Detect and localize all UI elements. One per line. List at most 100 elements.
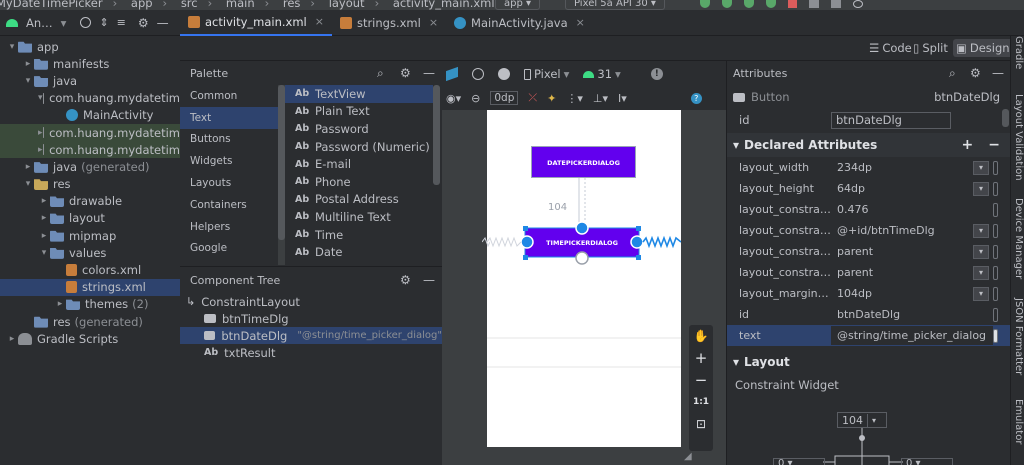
attribute-row[interactable]: layout_constraintSta…parent▾ — [727, 262, 1010, 283]
search-icon[interactable]: ⌕ — [377, 66, 384, 81]
align-icon[interactable]: ⊥▾ — [593, 92, 608, 105]
palette-category-helpers[interactable]: Helpers — [180, 216, 278, 238]
chevron-down-icon[interactable]: ▾ — [973, 244, 989, 259]
palette-item[interactable]: Ab Phone — [285, 173, 433, 191]
add-attribute-icon[interactable]: + — [962, 137, 974, 153]
theme-icon[interactable] — [498, 68, 510, 80]
resize-handle[interactable] — [523, 255, 528, 260]
profile-icon[interactable] — [766, 0, 776, 8]
resource-picker-icon[interactable] — [993, 265, 998, 280]
clear-constraints-icon[interactable]: ⤫ — [528, 91, 537, 105]
palette-item[interactable]: Ab Multiline Text — [285, 208, 433, 226]
gear-icon[interactable]: ⚙ — [970, 66, 981, 80]
resource-picker-icon[interactable] — [993, 160, 998, 175]
chevron-right-icon[interactable]: ▸ — [38, 196, 50, 206]
attribute-row[interactable]: text @string/time_picker_dialog — [727, 325, 1010, 346]
target-icon[interactable] — [80, 17, 92, 28]
split-mode-button[interactable]: ▯ Split — [910, 39, 951, 57]
tree-item-txt-result[interactable]: Ab txtResult — [180, 344, 442, 361]
project-tree-item[interactable]: MainActivity — [0, 107, 180, 124]
attribute-value[interactable]: 0.476 — [831, 203, 993, 216]
chevron-down-icon[interactable]: ▾ — [38, 93, 43, 103]
minimize-icon[interactable]: — — [423, 273, 435, 287]
start-anchor[interactable] — [520, 235, 534, 249]
project-view-selector[interactable]: An… — [26, 16, 53, 30]
tree-item-root[interactable]: ↳ ConstraintLayout — [180, 293, 442, 310]
device-manager-icon[interactable] — [809, 0, 819, 8]
tree-item-btn-date[interactable]: btnDateDlg "@string/time_picker_dialog" — [180, 327, 442, 344]
palette-category-widgets[interactable]: Widgets — [180, 150, 278, 172]
json-formatter-tool-tab[interactable]: JSON Formatter — [1013, 298, 1024, 375]
chevron-right-icon[interactable]: ▸ — [22, 162, 34, 172]
project-tree-item[interactable]: ▸ Gradle Scripts — [0, 330, 180, 347]
palette-item[interactable]: Ab TextView — [285, 85, 433, 103]
project-tree-item[interactable]: strings.xml — [0, 278, 180, 296]
chevron-down-icon[interactable]: ▾ — [22, 179, 34, 189]
module-selector[interactable]: app ▾ — [495, 0, 541, 10]
chevron-right-icon[interactable]: ▸ — [38, 128, 43, 138]
top-margin-dropdown[interactable]: 104 ▾ — [837, 412, 887, 428]
gear-icon[interactable]: ⚙ — [400, 273, 411, 287]
chevron-down-icon[interactable]: ▾ — [973, 160, 989, 175]
layout-validation-tool-tab[interactable]: Layout Validation — [1013, 94, 1024, 181]
tab-strings[interactable]: strings.xml × — [332, 10, 446, 36]
resize-grip-icon[interactable]: ◢ — [684, 451, 692, 462]
apply-changes-icon[interactable] — [722, 0, 732, 8]
attribute-value[interactable]: parent — [831, 266, 973, 279]
stop-icon[interactable] — [788, 0, 797, 8]
category-scrollbar[interactable] — [278, 85, 285, 265]
chevron-down-icon[interactable]: ▾ — [973, 286, 989, 301]
project-tree-item[interactable]: ▸ manifests — [0, 55, 180, 72]
blueprint-toggle-icon[interactable] — [472, 68, 484, 80]
project-tree-item[interactable]: ▸ themes (2) — [0, 296, 180, 313]
attribute-row[interactable]: layout_marginTop 104dp ▾ — [727, 283, 1010, 304]
palette-item[interactable]: Ab E-mail — [285, 155, 433, 173]
project-tree-item[interactable]: ▾ com.huang.mydatetim — [0, 90, 180, 107]
chevron-down-icon[interactable]: ▾ — [973, 181, 989, 196]
attribute-row[interactable]: layout_width 234dp ▾ — [727, 157, 1010, 178]
chevron-down-icon[interactable]: ▾ — [973, 223, 989, 238]
gear-icon[interactable]: ⚙ — [400, 66, 411, 80]
debug-icon[interactable] — [744, 0, 754, 8]
device-manager-tool-tab[interactable]: Device Manager — [1013, 198, 1024, 279]
tab-activity-main[interactable]: activity_main.xml × — [180, 10, 332, 36]
project-tree-item[interactable]: ▾ values — [0, 244, 180, 261]
palette-item[interactable]: Ab Date — [285, 243, 433, 261]
attribute-value[interactable]: 64dp — [831, 182, 973, 195]
breadcrumb-app[interactable]: app — [131, 0, 153, 10]
help-icon[interactable]: ? — [690, 92, 702, 104]
layers-icon[interactable] — [446, 66, 458, 82]
attribute-value[interactable]: btnDateDlg — [831, 308, 993, 321]
breadcrumb-main[interactable]: main — [226, 0, 255, 10]
palette-category-text[interactable]: Text — [180, 106, 278, 129]
palette-category-containers[interactable]: Containers — [180, 194, 278, 216]
breadcrumb-res[interactable]: res — [283, 0, 301, 10]
fit-screen-icon[interactable]: ⊡ — [689, 413, 713, 435]
sync-icon[interactable] — [700, 0, 710, 8]
gear-icon[interactable]: ⚙ — [138, 16, 149, 30]
design-mode-button[interactable]: ▣ Design — [953, 39, 1013, 57]
close-icon[interactable]: × — [315, 15, 324, 28]
palette-category-buttons[interactable]: Buttons — [180, 129, 278, 151]
remove-attribute-icon[interactable]: − — [988, 137, 1000, 153]
resize-handle[interactable] — [523, 226, 528, 231]
resource-picker-icon[interactable] — [993, 202, 998, 217]
device-preview[interactable]: 104 DATEPICKERDIALOG TIMEPICKERDIALOG — [487, 110, 681, 447]
project-tree-item[interactable]: ▸ java (generated) — [0, 158, 180, 175]
palette-category-layouts[interactable]: Layouts — [180, 172, 278, 194]
chevron-right-icon[interactable]: ▸ — [54, 299, 66, 309]
resize-handle[interactable] — [636, 255, 641, 260]
search-everywhere-icon[interactable] — [853, 0, 863, 8]
project-tree-item[interactable]: ▾ res — [0, 176, 180, 193]
resize-handle[interactable] — [636, 226, 641, 231]
end-margin-dropdown[interactable]: 0 ▾ — [901, 458, 953, 465]
resource-picker-icon[interactable] — [993, 328, 998, 343]
chevron-right-icon[interactable]: ▸ — [6, 334, 18, 344]
magnet-icon[interactable]: ⊖ — [471, 92, 480, 105]
end-anchor[interactable] — [630, 235, 644, 249]
pack-icon[interactable]: ⋮▾ — [566, 92, 583, 105]
palette-category-common[interactable]: Common — [180, 85, 278, 107]
palette-item[interactable]: Ab Postal Address — [285, 191, 433, 209]
project-tree-item[interactable]: res (generated) — [0, 313, 180, 330]
palette-item[interactable]: Ab Plain Text — [285, 103, 433, 121]
